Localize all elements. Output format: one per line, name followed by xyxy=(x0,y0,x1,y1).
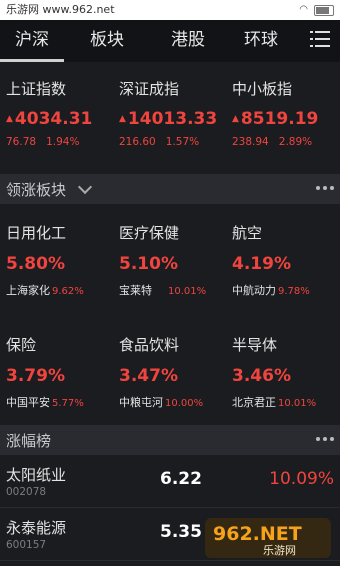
index-value: ▲ 8519.19 xyxy=(232,109,319,129)
index-change: 238.94 2.89% xyxy=(232,136,313,148)
tab-hushen[interactable]: 沪深 xyxy=(0,20,64,62)
sector-pct: 3.79% xyxy=(6,366,65,386)
index-name: 深证成指 xyxy=(119,80,180,98)
top-gainers-header[interactable]: 涨幅榜 xyxy=(0,425,340,455)
status-bar: 乐游网 www.962.net ◠ xyxy=(0,0,340,20)
more-icon[interactable] xyxy=(316,186,334,190)
sector-card[interactable]: 保险 3.79% 中国平安 5.77% xyxy=(0,314,113,426)
up-arrow-icon: ▲ xyxy=(119,114,126,124)
index-change: 216.60 1.57% xyxy=(119,136,200,148)
sector-pct: 5.80% xyxy=(6,254,65,274)
index-row: 上证指数 ▲ 4034.31 76.78 1.94% 深证成指 ▲ 14013.33… xyxy=(0,62,340,174)
menu-icon[interactable] xyxy=(310,31,330,51)
sector-leader: 中国平安 5.77% xyxy=(6,396,84,409)
section-title: 涨幅榜 xyxy=(6,431,52,450)
sector-pct: 5.10% xyxy=(119,254,178,274)
stock-price: 5.35 xyxy=(160,522,202,542)
sector-leader: 中粮屯河 10.00% xyxy=(119,396,204,409)
market-tabs: 沪深 板块 港股 环球 xyxy=(0,20,340,62)
index-card-smeboard[interactable]: 中小板指 ▲ 8519.19 238.94 2.89% xyxy=(226,62,339,174)
index-name: 中小板指 xyxy=(232,80,293,98)
tab-hk[interactable]: 港股 xyxy=(150,20,226,62)
status-site-label: 乐游网 www.962.net xyxy=(6,3,115,16)
sector-leader: 北京君正 10.01% xyxy=(232,396,317,409)
sector-leader: 上海家化 9.62% xyxy=(6,284,84,297)
index-change: 76.78 1.94% xyxy=(6,136,80,148)
sector-pct: 3.47% xyxy=(119,366,178,386)
sector-leader: 宝莱特 10.01% xyxy=(119,284,207,297)
sector-name: 日用化工 xyxy=(6,224,67,242)
sector-name: 半导体 xyxy=(232,336,278,354)
sector-card[interactable]: 航空 4.19% 中航动力 9.78% xyxy=(226,202,339,314)
sector-card[interactable]: 日用化工 5.80% 上海家化 9.62% xyxy=(0,202,113,314)
sector-name: 医疗保健 xyxy=(119,224,180,242)
stock-name: 永泰能源 xyxy=(6,519,67,537)
stock-pct: 10.09% xyxy=(269,469,334,489)
stock-row[interactable]: 太阳纸业 002078 6.22 10.09% xyxy=(0,455,340,508)
section-title: 领涨板块 xyxy=(6,180,67,199)
more-icon[interactable] xyxy=(316,437,334,441)
index-value: ▲ 4034.31 xyxy=(6,109,93,129)
svg-text:962.NET: 962.NET xyxy=(213,523,302,545)
sector-card[interactable]: 半导体 3.46% 北京君正 10.01% xyxy=(226,314,339,426)
site-watermark-logo: 962.NET 乐游网 xyxy=(203,514,333,562)
up-arrow-icon: ▲ xyxy=(6,114,13,124)
battery-icon xyxy=(314,4,334,16)
index-card-shenzhen[interactable]: 深证成指 ▲ 14013.33 216.60 1.57% xyxy=(113,62,226,174)
wifi-icon: ◠ xyxy=(299,4,308,15)
sector-name: 航空 xyxy=(232,224,263,242)
sector-card[interactable]: 医疗保健 5.10% 宝莱特 10.01% xyxy=(113,202,226,314)
index-name: 上证指数 xyxy=(6,80,67,98)
stock-code: 002078 xyxy=(6,486,47,498)
index-card-shanghai[interactable]: 上证指数 ▲ 4034.31 76.78 1.94% xyxy=(0,62,113,174)
sector-pct: 3.46% xyxy=(232,366,291,386)
index-value: ▲ 14013.33 xyxy=(119,109,218,129)
chevron-down-icon[interactable] xyxy=(77,179,93,195)
sector-name: 保险 xyxy=(6,336,37,354)
svg-text:乐游网: 乐游网 xyxy=(263,544,296,557)
up-arrow-icon: ▲ xyxy=(232,114,239,124)
sector-card[interactable]: 食品饮料 3.47% 中粮屯河 10.00% xyxy=(113,314,226,426)
sector-name: 食品饮料 xyxy=(119,336,180,354)
stock-price: 6.22 xyxy=(160,469,202,489)
sector-leader: 中航动力 9.78% xyxy=(232,284,310,297)
stock-name: 太阳纸业 xyxy=(6,466,67,484)
stock-code: 600157 xyxy=(6,539,47,551)
sector-pct: 4.19% xyxy=(232,254,291,274)
tab-sectors[interactable]: 板块 xyxy=(64,20,150,62)
leading-sectors-header[interactable]: 领涨板块 xyxy=(0,174,340,204)
tab-global[interactable]: 环球 xyxy=(226,20,296,62)
sector-grid: 日用化工 5.80% 上海家化 9.62% 医疗保健 5.10% 宝莱特 10.0… xyxy=(0,202,340,426)
